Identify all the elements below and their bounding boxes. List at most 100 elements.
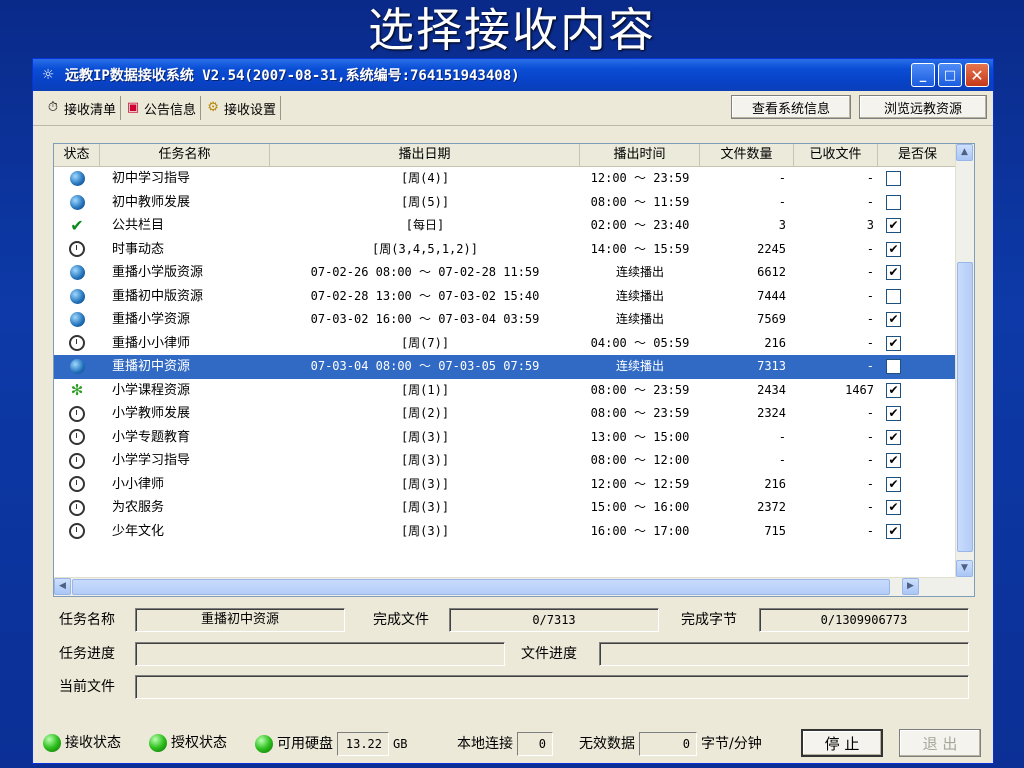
task-name-field: 重播初中资源 <box>135 608 345 632</box>
done-files-label: 完成文件 <box>373 612 429 628</box>
keep-checkbox[interactable] <box>886 359 901 374</box>
view-system-info-button[interactable]: 查看系统信息 <box>731 95 851 119</box>
task-name-cell: 重播小小律师 <box>112 335 191 351</box>
keep-checkbox[interactable]: ✔ <box>886 382 901 398</box>
task-name-cell: 重播小学资源 <box>112 312 191 327</box>
table-row[interactable]: 小学学习指导 [周(3)] 08:00 ～ 12:00- - ✔ <box>54 449 974 473</box>
table-row[interactable]: 小学专题教育 [周(3)] 13:00 ～ 15:00- - ✔ <box>54 426 974 450</box>
keep-checkbox[interactable]: ✔ <box>886 218 901 233</box>
file-count-cell: 2372 <box>757 500 786 514</box>
table-row[interactable]: 初中教师发展 [周(5)] 08:00 ～ 11:59 - - <box>54 191 974 215</box>
file-count-cell: 715 <box>764 523 786 538</box>
keep-cell: ✔ <box>878 473 958 497</box>
keep-checkbox[interactable]: ✔ <box>886 476 901 492</box>
horizontal-scroll-thumb[interactable] <box>72 579 890 595</box>
col-keep[interactable]: 是否保 <box>878 144 958 166</box>
clock-icon <box>69 452 85 469</box>
status-cell <box>54 285 100 309</box>
keep-checkbox[interactable] <box>886 171 901 186</box>
file-count-cell: 3 <box>778 218 786 232</box>
settings-icon: ⚙ <box>207 100 219 115</box>
table-row[interactable]: 初中学习指导 [周(4)] 12:00 ～ 23:59 - - <box>54 167 974 191</box>
status-cell: ✻ <box>54 379 100 403</box>
scroll-down-icon[interactable]: ▼ <box>956 560 973 577</box>
keep-checkbox[interactable]: ✔ <box>886 523 901 539</box>
keep-checkbox[interactable]: ✔ <box>886 406 901 421</box>
table-row[interactable]: ✻ 小学课程资源 [周(1)] 08:00 ～ 23:59 2434 1467 ✔ <box>54 379 974 403</box>
runner-icon: ✻ <box>70 380 84 399</box>
title-bar[interactable]: ☼ 远教IP数据接收系统 V2.54(2007-08-31,系统编号:76415… <box>33 59 993 91</box>
disk-status-led-icon <box>255 735 273 753</box>
browse-resources-button[interactable]: 浏览远教资源 <box>859 95 987 119</box>
task-name-cell: 重播初中资源 <box>112 359 191 374</box>
tab-receive-list[interactable]: ⏱ 接收清单 <box>41 96 122 120</box>
col-status[interactable]: 状态 <box>54 144 100 166</box>
tab-settings[interactable]: ⚙ 接收设置 <box>201 96 282 120</box>
horizontal-scrollbar[interactable]: ◀ ▶ <box>54 577 956 596</box>
keep-checkbox[interactable] <box>886 288 901 304</box>
table-row[interactable]: 为农服务 [周(3)] 15:00 ～ 16:00 2372 - ✔ <box>54 496 974 520</box>
status-cell <box>54 191 100 215</box>
received-cell: 3 <box>866 218 874 232</box>
keep-checkbox[interactable]: ✔ <box>886 453 901 468</box>
air-date-cell: 07-02-26 08:00 ～ 07-02-28 11:59 <box>310 265 540 279</box>
col-task-name[interactable]: 任务名称 <box>100 144 270 166</box>
air-time-cell: 04:00 ～ 05:59 <box>590 335 690 350</box>
table-row[interactable]: 少年文化 [周(3)] 16:00 ～ 17:00 715 - ✔ <box>54 520 974 544</box>
scroll-right-icon[interactable]: ▶ <box>902 578 919 595</box>
keep-checkbox[interactable] <box>886 194 901 210</box>
minimize-button[interactable]: _ <box>911 63 935 87</box>
col-air-time[interactable]: 播出时间 <box>580 144 700 166</box>
tab-notices[interactable]: ▣ 公告信息 <box>121 96 202 120</box>
col-file-count[interactable]: 文件数量 <box>700 144 794 166</box>
col-air-date[interactable]: 播出日期 <box>270 144 580 166</box>
vertical-scrollbar[interactable]: ▲ ▼ <box>955 144 974 596</box>
task-name-cell: 为农服务 <box>112 500 165 515</box>
table-row[interactable]: ✔ 公共栏目 [每日] 02:00 ～ 23:40 3 3 ✔ <box>54 214 974 238</box>
keep-cell: ✔ <box>878 520 958 544</box>
col-received[interactable]: 已收文件 <box>794 144 878 166</box>
check-icon: ✔ <box>70 216 84 235</box>
file-count-cell: - <box>778 429 786 444</box>
close-button[interactable]: ✕ <box>965 63 989 87</box>
stop-button[interactable]: 停 止 <box>801 729 883 757</box>
status-bar: 接收状态 授权状态 可用硬盘 13.22 GB 本地连接 0 无效数据 0 字节… <box>33 723 993 763</box>
clock-icon <box>69 405 85 422</box>
table-row[interactable]: 时事动态 [周(3,4,5,1,2)] 14:00 ～ 15:59 2245 - ✔ <box>54 238 974 262</box>
table-row[interactable]: 重播小学版资源 07-02-26 08:00 ～ 07-02-28 11:59 连续… <box>54 261 974 285</box>
vertical-scroll-thumb[interactable] <box>957 262 973 552</box>
current-file-field <box>135 675 969 699</box>
received-cell: - <box>866 335 874 350</box>
maximize-button[interactable]: □ <box>938 63 962 87</box>
table-row[interactable]: 小学教师发展 [周(2)] 08:00 ～ 23:59 2324 - ✔ <box>54 402 974 426</box>
keep-checkbox[interactable]: ✔ <box>886 241 901 257</box>
table-row[interactable]: 重播小学资源 07-03-02 16:00 ～ 07-03-04 03:59 连续播… <box>54 308 974 332</box>
table-row[interactable]: 重播初中版资源 07-02-28 13:00 ～ 07-03-02 15:40 连续… <box>54 285 974 309</box>
table-row[interactable]: 重播初中资源 07-03-04 08:00 ～ 07-03-05 07:59 连续播… <box>54 355 974 379</box>
file-count-cell: - <box>778 453 786 467</box>
file-count-cell: 2434 <box>757 382 786 397</box>
table-row[interactable]: 小小律师 [周(3)] 12:00 ～ 12:59 216 - ✔ <box>54 473 974 497</box>
keep-checkbox[interactable]: ✔ <box>886 500 901 515</box>
globe-icon <box>69 194 85 210</box>
clock-icon: ⏱ <box>47 100 59 115</box>
air-date-cell: [周(3,4,5,1,2)] <box>372 241 478 256</box>
file-progress-bar <box>599 642 969 666</box>
keep-checkbox[interactable]: ✔ <box>886 429 901 445</box>
keep-checkbox[interactable]: ✔ <box>886 312 901 327</box>
table-row[interactable]: 重播小小律师 [周(7)] 04:00 ～ 05:59 216 - ✔ <box>54 332 974 356</box>
keep-checkbox[interactable]: ✔ <box>886 265 901 280</box>
task-name-label: 任务名称 <box>59 612 115 628</box>
task-list: 状态 任务名称 播出日期 播出时间 文件数量 已收文件 是否保 初中学习指导 [周… <box>53 143 975 597</box>
file-count-cell: - <box>778 171 786 185</box>
scroll-left-icon[interactable]: ◀ <box>54 578 71 595</box>
air-date-cell: [每日] <box>405 218 445 232</box>
exit-button[interactable]: 退 出 <box>899 729 981 757</box>
disk-unit: GB <box>393 737 408 751</box>
invalid-data-value: 0 <box>639 732 697 756</box>
keep-checkbox[interactable]: ✔ <box>886 335 901 351</box>
scroll-up-icon[interactable]: ▲ <box>956 144 973 161</box>
air-time-cell: 连续播出 <box>615 288 664 303</box>
air-date-cell: [周(2)] <box>400 406 450 420</box>
task-progress-label: 任务进度 <box>59 646 115 662</box>
